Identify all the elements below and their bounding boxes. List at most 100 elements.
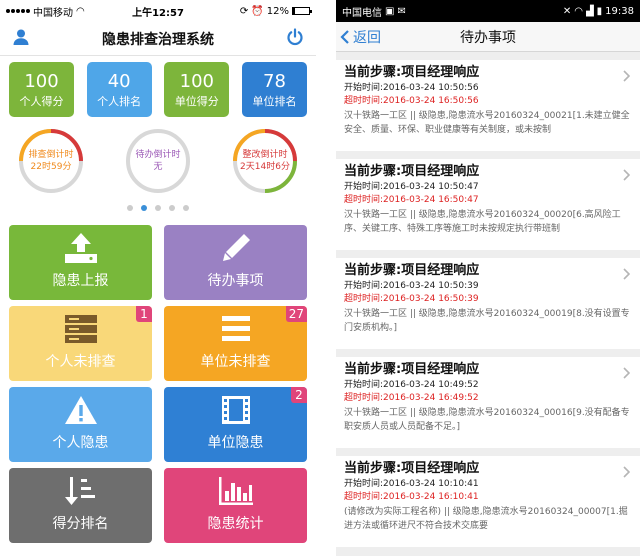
chevron-right-icon — [623, 466, 630, 478]
task-timeout-time: 超时时间:2016-03-24 16:49:52 — [344, 393, 479, 403]
stat-personal-score[interactable]: 100 个人得分 — [9, 62, 74, 117]
signal-icon: ▟ — [585, 5, 594, 17]
task-step: 当前步骤:项目经理响应 — [344, 461, 480, 476]
tile-personal-uninspected[interactable]: 个人未排查 1 — [9, 306, 152, 381]
timer-rectify[interactable]: 整改倒计时 2天14时6分 — [231, 127, 299, 195]
pager-dot[interactable] — [169, 205, 175, 211]
chevron-left-icon — [340, 29, 349, 44]
tile-unit-hazard[interactable]: 单位隐患 2 — [164, 387, 307, 462]
chevron-right-icon — [623, 268, 630, 280]
tile-hazard-statistics[interactable]: 隐患统计 — [164, 468, 307, 543]
timer-value: 22时59分 — [30, 162, 72, 172]
back-button[interactable]: 返回 — [336, 27, 381, 47]
chevron-right-icon — [623, 367, 630, 379]
pager-dot[interactable] — [127, 205, 133, 211]
task-start-time: 开始时间:2016-03-24 10:50:47 — [344, 182, 479, 192]
tile-badge: 27 — [285, 306, 307, 322]
task-item[interactable]: 当前步骤:项目经理响应 开始时间:2016-03-24 10:10:41 超时时… — [336, 456, 640, 547]
timer-inspection[interactable]: 排查倒计时 22时59分 — [17, 127, 85, 195]
carrier-label: 中国移动 — [33, 7, 73, 19]
pager-dot[interactable] — [183, 205, 189, 211]
film-icon — [219, 394, 253, 430]
timer-title: 整改倒计时 — [242, 150, 288, 160]
status-time: 19:38 — [605, 5, 634, 17]
stats-row: 100 个人得分 40 个人排名 100 单位得分 78 单位排名 — [0, 56, 316, 117]
task-item[interactable]: 当前步骤:项目经理响应 开始时间:2016-03-24 10:50:56 超时时… — [336, 60, 640, 151]
server-icon — [62, 313, 100, 349]
tile-label: 个人隐患 — [52, 435, 109, 451]
task-start-time: 开始时间:2016-03-24 10:10:41 — [344, 479, 479, 489]
sort-icon — [64, 475, 98, 511]
task-list: 当前步骤:项目经理响应 开始时间:2016-03-24 10:50:56 超时时… — [336, 52, 640, 547]
tile-label: 个人未排查 — [45, 354, 116, 370]
page-title: 待办事项 — [460, 29, 516, 46]
pager-dot[interactable] — [155, 205, 161, 211]
timer-pending[interactable]: 待办倒计时 无 — [124, 127, 192, 195]
battery-icon: ▮ — [596, 5, 603, 17]
task-description: 汉十铁路一工区 || 级隐患,隐患流水号20160324_00021[1.未建立… — [344, 111, 630, 135]
page-title: 隐患排查治理系统 — [102, 31, 214, 48]
lock-rotation-icon: ⟳ — [239, 5, 249, 17]
task-description: 汉十铁路一工区 || 级隐患,隐患流水号20160324_00016[9.没有配… — [344, 408, 630, 432]
stat-value: 100 — [24, 70, 59, 92]
tile-badge: 1 — [136, 306, 152, 322]
carrier-label: 中国电信 — [342, 7, 382, 19]
task-step: 当前步骤:项目经理响应 — [344, 362, 480, 377]
tile-label: 单位未排查 — [200, 354, 271, 370]
phone-dashboard: 中国移动 ◠ 上午12:57 ⟳ ⏰ 12% 隐患排查治理系统 100 个人得分… — [0, 0, 316, 556]
tile-personal-hazard[interactable]: 个人隐患 — [9, 387, 152, 462]
task-description: 汉十铁路一工区 || 级隐患,隐患流水号20160324_00019[8.没有设… — [344, 309, 630, 333]
task-timeout-time: 超时时间:2016-03-24 16:50:47 — [344, 195, 479, 205]
stat-label: 单位排名 — [252, 94, 297, 108]
upload-icon — [63, 232, 99, 268]
alarm-icon: ⏰ — [251, 5, 264, 17]
battery-icon — [292, 7, 312, 15]
wifi-icon: ◠ — [76, 5, 85, 17]
stat-personal-rank[interactable]: 40 个人排名 — [86, 62, 152, 117]
tile-label: 待办事项 — [207, 273, 264, 289]
timer-value: 无 — [153, 162, 163, 172]
tile-hazard-report[interactable]: 隐患上报 — [9, 225, 152, 300]
power-icon[interactable] — [286, 27, 304, 50]
top-nav: 返回 待办事项 — [336, 22, 640, 52]
tile-score-ranking[interactable]: 得分排名 — [9, 468, 152, 543]
tile-label: 得分排名 — [52, 516, 109, 532]
task-description: 汉十铁路一工区 || 级隐患,隐患流水号20160324_00020[6.高风险… — [344, 210, 621, 234]
back-label: 返回 — [353, 29, 381, 46]
task-start-time: 开始时间:2016-03-24 10:50:56 — [344, 83, 479, 93]
stat-value: 78 — [263, 70, 286, 92]
tile-pending-items[interactable]: 待办事项 — [164, 225, 307, 300]
pager-dot[interactable] — [141, 205, 147, 211]
task-start-time: 开始时间:2016-03-24 10:50:39 — [344, 281, 479, 291]
stat-label: 单位得分 — [174, 94, 219, 108]
top-nav: 隐患排查治理系统 — [0, 22, 316, 56]
gallery-icon: ▣ — [385, 5, 395, 17]
pencil-icon — [219, 232, 253, 268]
bar-chart-icon — [217, 475, 255, 511]
tile-label: 单位隐患 — [207, 435, 264, 451]
message-icon: ✉ — [397, 5, 406, 17]
task-step: 当前步骤:项目经理响应 — [344, 65, 480, 80]
countdown-row: 排查倒计时 22时59分 待办倒计时 无 整改倒计时 2天14时6分 — [0, 117, 316, 195]
task-timeout-time: 超时时间:2016-03-24 16:10:41 — [344, 492, 479, 502]
timer-title: 排查倒计时 — [28, 150, 74, 160]
tile-label: 隐患统计 — [207, 516, 264, 532]
chevron-right-icon — [623, 169, 630, 181]
warning-icon — [63, 394, 99, 430]
task-item[interactable]: 当前步骤:项目经理响应 开始时间:2016-03-24 10:50:47 超时时… — [336, 159, 640, 250]
wifi-icon: ◠ — [574, 5, 583, 17]
chevron-right-icon — [623, 70, 630, 82]
stat-unit-score[interactable]: 100 单位得分 — [164, 62, 230, 117]
stat-value: 40 — [107, 70, 131, 92]
task-item[interactable]: 当前步骤:项目经理响应 开始时间:2016-03-24 10:50:39 超时时… — [336, 258, 640, 349]
task-step: 当前步骤:项目经理响应 — [344, 263, 480, 278]
tile-label: 隐患上报 — [52, 273, 109, 289]
status-bar: 中国移动 ◠ 上午12:57 ⟳ ⏰ 12% — [0, 0, 316, 22]
task-item[interactable]: 当前步骤:项目经理响应 开始时间:2016-03-24 10:49:52 超时时… — [336, 357, 640, 448]
task-description: (请修改为实际工程名称) || 级隐患,隐患流水号20160324_00007[… — [344, 507, 628, 531]
stat-unit-rank[interactable]: 78 单位排名 — [241, 62, 307, 117]
tile-unit-uninspected[interactable]: 单位未排查 27 — [164, 306, 307, 381]
task-start-time: 开始时间:2016-03-24 10:49:52 — [344, 380, 479, 390]
status-bar: 中国电信 ▣ ✉ ✕ ◠ ▟ ▮ 19:38 — [336, 0, 640, 22]
user-icon[interactable] — [12, 28, 30, 50]
